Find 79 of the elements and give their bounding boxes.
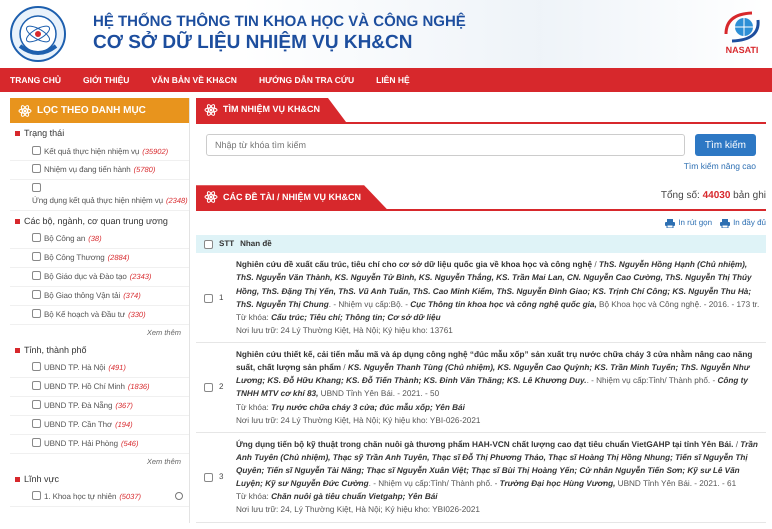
filter-label[interactable]: Ứng dụng kết quả thực hiện nhiệm vụ	[32, 196, 163, 205]
filter-label[interactable]: UBND TP. Hải Phòng	[44, 438, 118, 448]
filter-label[interactable]: UBND TP. Đà Nẵng	[44, 401, 112, 410]
atom-icon	[204, 190, 218, 204]
group-title: Trạng thái	[24, 127, 64, 140]
checkbox[interactable]	[32, 308, 41, 318]
total-count: Tổng số: 44030 bản ghi	[660, 188, 766, 204]
filter-label[interactable]: UBND TP. Hà Nội	[44, 363, 106, 372]
record-keywords: Từ khóa: Chăn nuôi gà tiêu chuẩn Vietgahp; Yên Bái	[236, 491, 439, 504]
nav-link-item[interactable]: HƯỚNG DẪN TRA CỨU	[258, 74, 354, 86]
record-storage: Nơi lưu trữ: 24 Lý Thường Kiệt, Hà Nội; Ký hiệu kho: 13761	[236, 324, 454, 337]
record-description[interactable]: Nghiên cứu thiết kế, cải tiến mẫu mã và áp dụng công nghệ “đúc mẫu xốp” sản xuất trụ nước chữa cháy 3 cửa nhằm nâng cao năng suất, chất lượng sản phẩm / KS. Nguyễn Thanh Tùng (Chủ nhiệm), KS. Nguyễn Cao Quỳnh; KS. Trần Minh Tuyến; ThS. Nguyễn Như Lương; KS. Đỗ Hữu Khang; KS. Đỗ Tiến Thành; KS. Đinh Văn Thăng; KS. Lê Khương Duy.. - Nhiệm vụ cấp:Tỉnh/ Thành phố. - Công ty TNHH MTV cơ khí 83, UBND Tỉnh Yên Bái. - 2021. - 50	[236, 348, 766, 400]
filter-label[interactable]: Bộ Giáo dục và Đào tạo	[44, 272, 127, 281]
filter-label[interactable]: Bộ Công an	[44, 234, 86, 244]
record-keywords: Từ khóa: Cấu trúc; Tiêu chí; Thông tin; Cơ sở dữ liệu	[236, 312, 442, 324]
bullet-icon	[15, 218, 20, 224]
checkbox[interactable]	[32, 400, 41, 410]
print-link[interactable]: In đầy đủ	[733, 217, 766, 230]
checkbox[interactable]	[32, 164, 41, 174]
nav-link-item[interactable]: LIÊN HỆ	[376, 74, 410, 86]
search-button[interactable]: Tìm kiếm	[694, 134, 756, 156]
checkbox[interactable]	[32, 362, 41, 372]
record-storage: Nơi lưu trữ: 24, Lý Thường Kiệt, Hà Nội; Ký hiệu kho: YBI026-2021	[236, 504, 481, 516]
nav-link-item[interactable]: TRANG CHỦ	[10, 74, 61, 86]
bullet-icon	[15, 477, 20, 482]
filter-label[interactable]: Bộ Giao thông Vận tải	[44, 290, 120, 300]
record-storage: Nơi lưu trữ: 24 Lý Thường Kiệt, Hà Nội; Ký hiệu kho: YBI-026-2021	[236, 414, 482, 427]
section-title: TÌM NHIỆM VỤ KH&CN	[223, 103, 320, 116]
checkbox[interactable]	[32, 418, 41, 428]
database-title: CƠ SỞ DỮ LIỆU NHIỆM VỤ KH&CN	[93, 30, 414, 55]
filter-label[interactable]: Bộ Công Thương	[44, 253, 105, 262]
bullet-icon	[15, 131, 20, 136]
bullet-icon	[15, 348, 20, 354]
checkbox[interactable]	[32, 233, 41, 242]
group-title: Tỉnh, thành phố	[24, 344, 87, 357]
filter-label[interactable]: UBND TP. Cần Thơ	[44, 420, 112, 429]
checkbox[interactable]	[32, 252, 41, 262]
printer-icon	[720, 218, 730, 228]
nasati-logo-text: NASATI	[726, 44, 758, 58]
column-header: STT	[219, 238, 234, 250]
checkbox[interactable]	[32, 183, 41, 192]
printer-icon	[665, 218, 676, 228]
record-description[interactable]: Nghiên cứu đề xuất cấu trúc, tiêu chí cho cơ sở dữ liệu quốc gia về khoa học và công nghệ / ThS. Nguyễn Hồng Hạnh (Chủ nhiệm), ThS. Nguyễn Văn Thành, KS. Nguyễn Tử Bình, KS. Nguyễn Thắng, KS. Trần Mai Lan, CN. Nguyễn Cao Cường, ThS. Nguyễn Thị Thúy Hồng, ThS. Đặng Thị Yến, ThS. Vũ Anh Tuấn, ThS. Cao Minh Kiểm, ThS. Nguyễn Đình Giao; KS. Trịnh Chí Công; KS. Nguyễn Thu Hà; ThS. Nguyễn Thị Chung. - Nhiệm vụ cấp:Bộ. - Cục Thông tin khoa học và công nghệ quốc gia, Bộ Khoa học và Công nghệ. - 2016. - 173 tr.	[236, 258, 766, 311]
checkbox[interactable]	[204, 473, 213, 482]
nav-link-item[interactable]: GIỚI THIỆU	[83, 74, 130, 86]
checkbox[interactable]	[204, 383, 213, 392]
group-title: Lĩnh vực	[24, 472, 60, 486]
system-title: HỆ THỐNG THÔNG TIN KHOA HỌC VÀ CÔNG NGHỆ	[93, 12, 466, 31]
filter-label[interactable]: Nhiệm vụ đang tiến hành	[44, 165, 131, 174]
record-description[interactable]: Ứng dụng tiến bộ kỹ thuật trong chăn nuôi gà thương phẩm HAH-VCN chất lượng cao đạt tiêu chuẩn VietGAHP tại tỉnh Yên Bái. / Trần Anh Tuyên (Chủ nhiệm), Thạc sỹ Trần Anh Tuyên, Thạc sĩ Đỗ Thị Phương Thảo, Thạc sĩ Hoàng Thị Hồng Nhung; Tiến sĩ Nguyễn Thị Quyên; Tiến sĩ Nguyễn Tài Năng; Thạc sĩ Nguyễn Xuân Việt; Thạc sĩ Bùi Thị Hoàng Yến; Cử nhân Nguyễn Tiến Sơn; Kỹ sư Lê Văn Luyện; Kỹ sư Nguyễn Đức Cường. - Nhiệm vụ cấp:Tỉnh/ Thành phố. - Trường Đại học Hùng Vương, UBND Tỉnh Yên Bái. - 2021. - 61	[236, 438, 766, 490]
record-keywords: Từ khóa: Trụ nước chữa cháy 3 cửa; đúc mẫu xốp; Yên Bái	[236, 402, 466, 414]
group-title: Các bộ, ngành, cơ quan trung ương	[24, 214, 168, 228]
advanced-search-link[interactable]: Tìm kiếm nâng cao	[684, 161, 756, 171]
print-link[interactable]: In rút gọn	[678, 217, 712, 230]
row-number: 2	[219, 381, 224, 394]
filter-label[interactable]: UBND TP. Hồ Chí Minh	[44, 382, 125, 392]
nav-link-item[interactable]: VĂN BẢN VỀ KH&CN	[151, 74, 237, 86]
expand-icon[interactable]	[175, 492, 183, 500]
logo-icon	[10, 6, 66, 62]
filter-label[interactable]: Bộ Kế hoạch và Đầu tư	[44, 310, 126, 319]
section-title: CÁC ĐỀ TÀI / NHIỆM VỤ KH&CN	[223, 190, 362, 204]
row-number: 3	[219, 471, 224, 484]
filter-label[interactable]: Kết quả thực hiện nhiệm vụ	[44, 146, 140, 156]
checkbox[interactable]	[204, 294, 213, 303]
checkbox[interactable]	[32, 146, 41, 154]
checkbox[interactable]	[32, 290, 41, 299]
checkbox[interactable]	[32, 270, 41, 280]
globe-logo-icon	[722, 10, 762, 44]
row-number: 1	[219, 292, 224, 304]
sidebar-title: LỌC THEO DANH MỤC	[37, 104, 146, 118]
checkbox[interactable]	[32, 491, 41, 500]
atom-icon	[204, 103, 218, 117]
column-header: Nhan đề	[240, 238, 272, 250]
checkbox[interactable]	[32, 438, 41, 447]
search-field[interactable]: Nhập từ khóa tìm kiếm	[206, 134, 685, 156]
filter-label[interactable]: 1. Khoa học tự nhiên	[44, 492, 116, 502]
atom-icon	[18, 104, 32, 118]
checkbox[interactable]	[32, 381, 41, 390]
select-all-checkbox[interactable]	[204, 240, 213, 250]
